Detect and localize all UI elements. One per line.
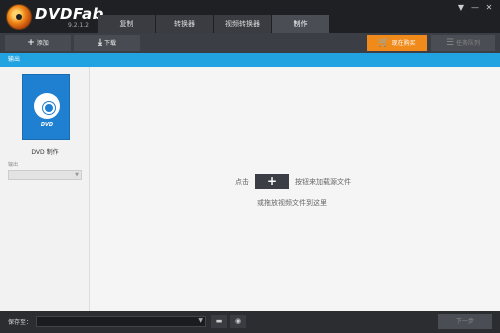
hint-suffix: 按钮来加载源文件 [295, 177, 351, 186]
add-button-label: 添加 [36, 40, 49, 47]
next-button[interactable]: 下一步 [438, 314, 492, 329]
dvd-disc-text: DVD [40, 122, 54, 128]
dvd-creator-tile[interactable]: DVD [22, 74, 70, 140]
tab-creator[interactable]: 制作 [272, 15, 329, 33]
hint-prefix: 点击 [235, 177, 249, 186]
download-button[interactable]: ⤓ 下载 [74, 35, 140, 51]
disc-icon [34, 93, 60, 119]
output-header: 输出 [0, 53, 500, 67]
main-drop-area[interactable]: 点击 + 按钮来加载源文件 或拖放视频文件到这里 [90, 67, 500, 311]
save-path-input[interactable]: ▼ [36, 316, 206, 327]
chevron-down-icon: ▼ [75, 172, 79, 178]
toolbar: + 添加 ⤓ 下载 🛒 现在购买 ☰ 任务队列 [0, 33, 500, 53]
iso-disc-icon[interactable]: ◉ [230, 315, 246, 328]
save-to-label: 保存至： [8, 319, 33, 326]
mode-tabs: 复制 转换器 视频转换器 制作 [98, 15, 330, 33]
task-queue-label: 任务队列 [456, 40, 481, 47]
bottom-bar: 保存至： ▼ ▬ ◉ 下一步 [0, 311, 500, 333]
plus-icon: + [27, 38, 35, 48]
output-label: 输出 [8, 162, 19, 168]
app-brand: DVDFab [35, 5, 104, 23]
title-bar: DVDFab 9.2.1.2 复制 转换器 视频转换器 制作 ▼ — ✕ [0, 0, 500, 33]
window-controls: ▼ — ✕ [454, 2, 496, 14]
drag-drop-hint: 或拖放视频文件到这里 [257, 199, 327, 207]
download-button-label: 下载 [103, 40, 116, 47]
tab-video-converter[interactable]: 视频转换器 [214, 15, 271, 33]
close-icon[interactable]: ✕ [482, 2, 496, 14]
list-icon: ☰ [445, 38, 455, 48]
dvd-creator-label: DVD 制作 [31, 149, 59, 156]
dvdfab-logo-icon [6, 4, 32, 30]
tab-copy[interactable]: 复制 [98, 15, 155, 33]
minimize-icon[interactable]: — [468, 2, 482, 14]
task-queue-button[interactable]: ☰ 任务队列 [431, 35, 495, 51]
folder-icon[interactable]: ▬ [211, 315, 227, 328]
load-hint: 点击 + 按钮来加载源文件 [235, 174, 351, 189]
tab-ripper[interactable]: 转换器 [156, 15, 213, 33]
buy-now-label: 现在购买 [391, 40, 416, 47]
buy-now-button[interactable]: 🛒 现在购买 [367, 35, 427, 51]
load-source-button[interactable]: + [255, 174, 289, 189]
app-version: 9.2.1.2 [68, 22, 89, 29]
add-button[interactable]: + 添加 [5, 35, 71, 51]
download-icon: ⤓ [98, 38, 102, 48]
menu-dropdown-icon[interactable]: ▼ [454, 2, 468, 14]
cart-icon: 🛒 [378, 38, 390, 48]
chevron-down-icon[interactable]: ▼ [198, 317, 203, 324]
output-select[interactable]: ▼ [8, 170, 82, 180]
left-panel: DVD DVD 制作 输出 ▼ [0, 67, 90, 311]
